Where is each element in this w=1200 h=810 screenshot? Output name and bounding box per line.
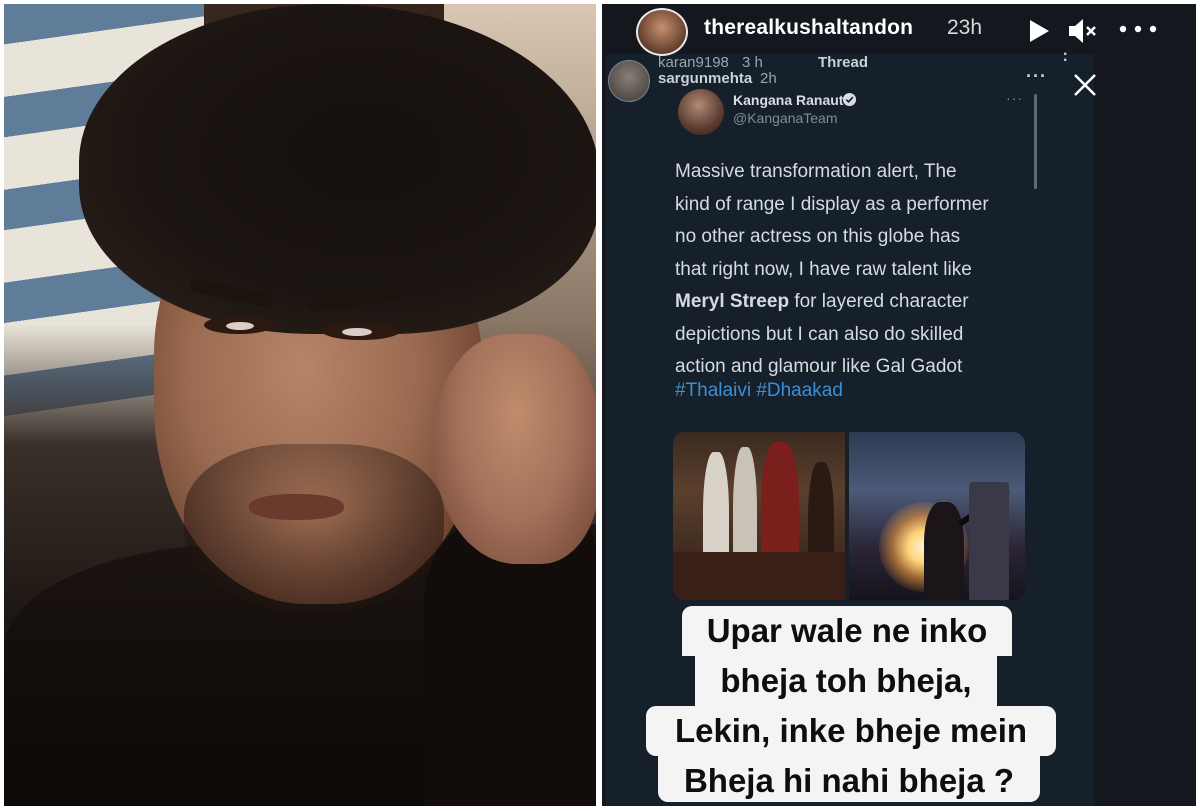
thread-label: Thread bbox=[818, 54, 869, 71]
thread-row-time: 3 h bbox=[742, 54, 763, 71]
mute-icon[interactable] bbox=[1066, 16, 1098, 46]
caption-line: Bheja hi nahi bheja ? bbox=[658, 756, 1040, 802]
tweet-line: depictions but I can also do skilled bbox=[675, 323, 964, 345]
caption-line: bheja toh bheja, bbox=[695, 656, 997, 706]
right-eye-highlight bbox=[342, 328, 372, 336]
thread-row-time: 2h bbox=[760, 70, 777, 87]
tweet-author-avatar[interactable] bbox=[678, 89, 724, 135]
tweet-line: that right now, I have raw talent like bbox=[675, 258, 972, 280]
verified-badge-icon bbox=[842, 92, 857, 107]
mouth bbox=[249, 494, 344, 520]
tweet-author-name[interactable]: Kangana Ranaut bbox=[733, 92, 843, 108]
arm-sleeve bbox=[424, 524, 596, 806]
tweet-author-handle[interactable]: @KanganaTeam bbox=[733, 110, 838, 126]
thread-row-user[interactable]: karan9198 bbox=[658, 54, 729, 71]
tweet-line: kind of range I display as a performer bbox=[675, 193, 989, 215]
tweet-more-button[interactable]: ··· bbox=[1006, 90, 1023, 106]
play-icon[interactable] bbox=[1027, 18, 1051, 44]
tweet-line-rest: for layered character bbox=[789, 291, 969, 312]
close-icon[interactable] bbox=[1070, 70, 1100, 100]
story-username[interactable]: therealkushaltandon bbox=[704, 16, 913, 40]
tweet-bold-name: Meryl Streep bbox=[675, 291, 790, 312]
thread-more-button[interactable]: ··· bbox=[1026, 66, 1047, 87]
caption-line: Upar wale ne inko bbox=[682, 606, 1012, 656]
thread-avatar bbox=[608, 60, 650, 102]
story-time: 23h bbox=[947, 16, 983, 39]
story-header: therealkushaltandon 23h bbox=[602, 4, 1196, 56]
tweet-line: no other actress on this globe has bbox=[675, 226, 961, 247]
instagram-story: karan9198 3 h Thread sargunmehta 2h ··· … bbox=[602, 4, 1196, 806]
more-icon[interactable] bbox=[1116, 14, 1160, 44]
story-profile-avatar[interactable] bbox=[636, 8, 688, 56]
tweet-text: Massive transformation alert, The kind o… bbox=[675, 156, 1035, 384]
tweet-line: action and glamour like Gal Gadot bbox=[675, 356, 963, 377]
beard-stubble bbox=[184, 444, 444, 614]
thread-row-user[interactable]: sargunmehta bbox=[658, 70, 752, 87]
caption-line: Lekin, inke bheje mein bbox=[646, 706, 1056, 756]
left-eye-highlight bbox=[226, 322, 254, 330]
tweet-hashtags[interactable]: #Thalaivi #Dhaakad bbox=[675, 380, 843, 402]
tweet-line: Meryl Streep for layered character bbox=[675, 286, 1035, 319]
fist-on-cheek bbox=[434, 334, 596, 564]
story-caption: Upar wale ne inko bheja toh bheja, Lekin… bbox=[602, 556, 1196, 806]
hair bbox=[79, 4, 596, 334]
tweet-line: Massive transformation alert, The bbox=[675, 161, 957, 182]
selfie-photo bbox=[4, 4, 596, 806]
